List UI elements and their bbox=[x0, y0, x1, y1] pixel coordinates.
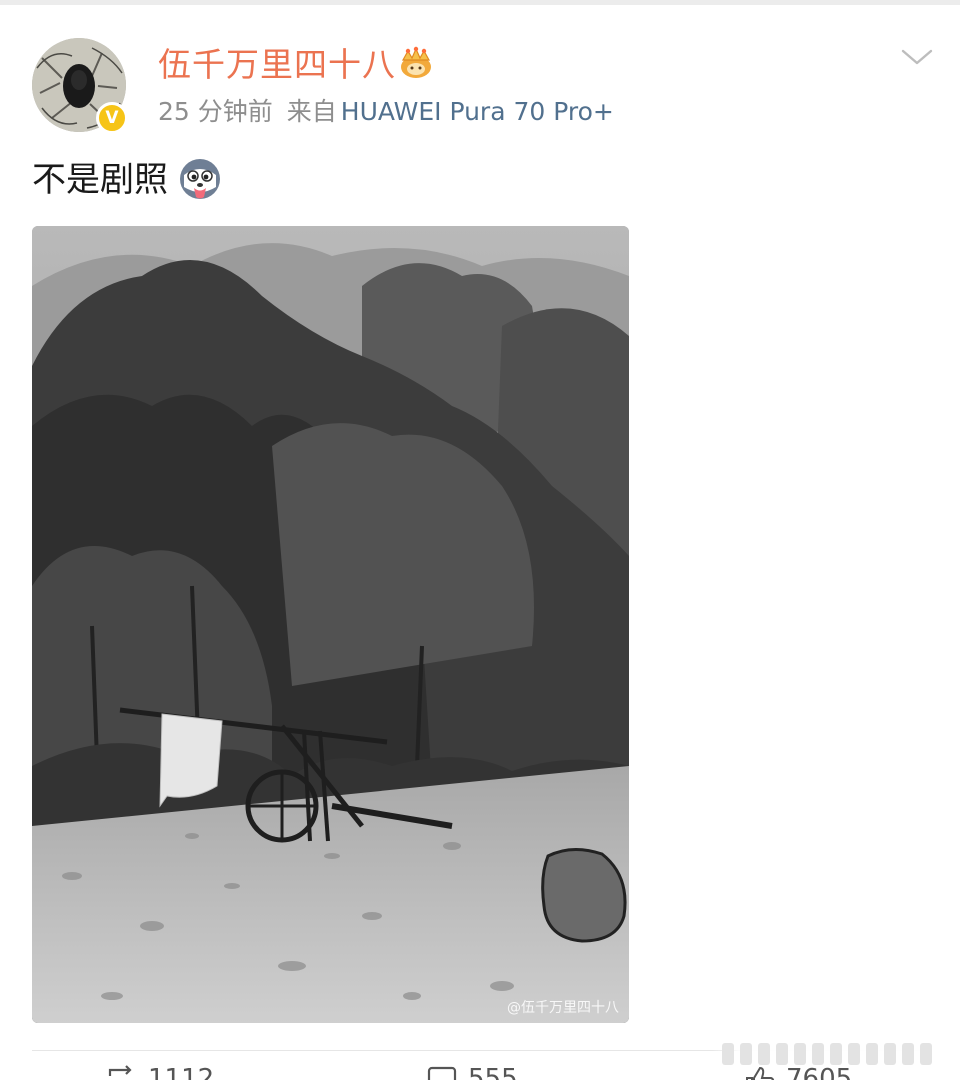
like-icon bbox=[746, 1066, 775, 1080]
landscape-photo bbox=[32, 226, 629, 1023]
image-watermark: @伍千万里四十八 bbox=[507, 1000, 619, 1016]
top-separator bbox=[0, 0, 960, 5]
post-image[interactable]: @伍千万里四十八 bbox=[32, 226, 629, 1023]
repost-count: 1112 bbox=[148, 1064, 215, 1080]
post-time: 25 分钟前 bbox=[158, 97, 273, 126]
repost-icon bbox=[108, 1065, 132, 1076]
source-prefix: 来自 bbox=[286, 97, 337, 126]
comment-count: 555 bbox=[468, 1064, 518, 1080]
comment-icon bbox=[427, 1066, 457, 1080]
comment-button[interactable]: 555 bbox=[426, 1064, 518, 1080]
author-name[interactable]: 伍千万里四十八 bbox=[158, 42, 396, 88]
crown-icon bbox=[401, 46, 431, 78]
husky-tongue-emoji bbox=[180, 159, 220, 199]
verified-badge: V bbox=[96, 102, 128, 134]
post-meta: 25 分钟前 来自 HUAWEI Pura 70 Pro+ bbox=[158, 94, 614, 130]
source-device-link[interactable]: HUAWEI Pura 70 Pro+ bbox=[341, 97, 614, 126]
repost-button[interactable]: 1112 bbox=[106, 1064, 214, 1080]
like-button[interactable]: 7605 bbox=[744, 1064, 852, 1080]
post-text: 不是剧照 bbox=[32, 160, 168, 200]
chevron-down-icon[interactable] bbox=[900, 46, 934, 68]
like-count: 7605 bbox=[786, 1064, 853, 1080]
